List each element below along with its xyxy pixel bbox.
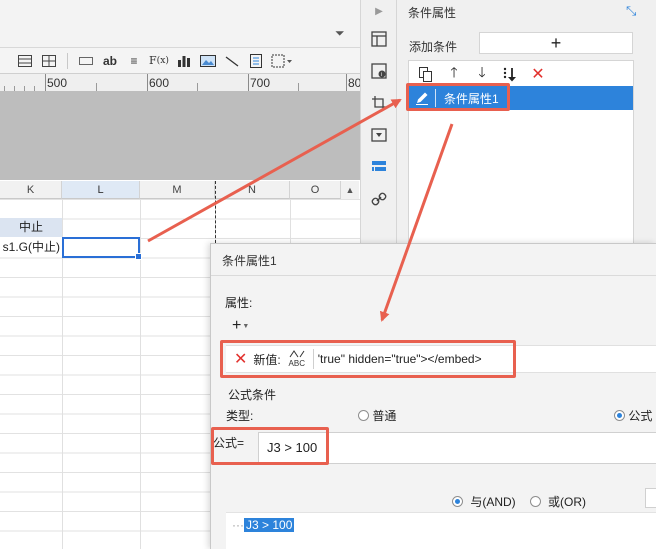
annotation-arrows — [147, 98, 454, 322]
arrow-cell-to-condition — [147, 98, 402, 243]
arrow-condition-to-dialog — [379, 123, 454, 322]
